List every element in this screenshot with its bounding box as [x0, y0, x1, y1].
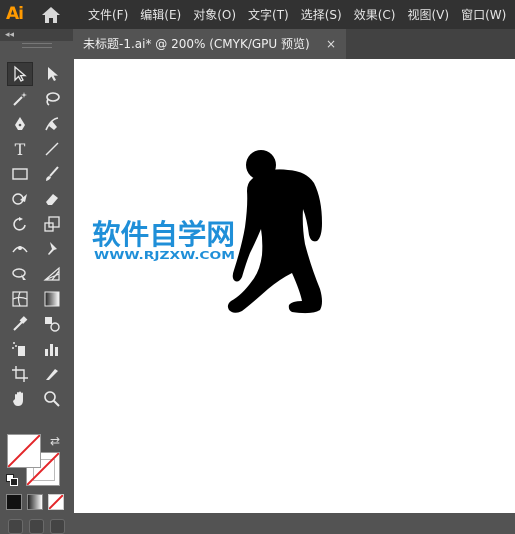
artboard-icon [12, 366, 28, 382]
direct-selection-tool[interactable] [40, 63, 64, 85]
swap-fill-stroke-icon[interactable]: ⇄ [50, 434, 60, 448]
draw-normal-button[interactable] [8, 519, 23, 534]
magnifier-icon [44, 391, 60, 407]
pen-icon [15, 117, 25, 130]
width-tool[interactable] [8, 238, 32, 260]
shaper-icon [12, 193, 27, 205]
none-slash-icon [49, 495, 63, 509]
paintbrush-icon [46, 166, 59, 181]
watermark-logo: 软件自学网 WWW.RJZXW.COM [92, 218, 235, 262]
document-tab[interactable]: 未标题-1.ai* @ 200% (CMYK/GPU 预览) × [73, 29, 346, 59]
color-button[interactable] [6, 494, 22, 510]
pen-tool[interactable] [8, 113, 32, 135]
tools-panel: ◂◂ T ⇄ [0, 29, 73, 534]
draw-mode-row [8, 519, 65, 534]
menu-file[interactable]: 文件(F) [82, 6, 134, 23]
zoom-tool[interactable] [40, 388, 64, 410]
slice-tool[interactable] [40, 363, 64, 385]
artboard-canvas[interactable]: 软件自学网 WWW.RJZXW.COM [74, 59, 515, 513]
perspective-grid-tool[interactable] [40, 263, 64, 285]
shape-builder-tool[interactable] [8, 263, 32, 285]
draw-inside-button[interactable] [50, 519, 65, 534]
watermark-title: 软件自学网 [92, 218, 235, 251]
menu-select[interactable]: 选择(S) [295, 6, 348, 23]
spray-can-icon [12, 342, 25, 356]
artboard-tool[interactable] [8, 363, 32, 385]
perspective-grid-icon [43, 266, 60, 281]
bar-graph-icon [45, 344, 58, 356]
eyedropper-icon [13, 316, 28, 331]
blend-icon [45, 317, 60, 332]
line-segment-tool[interactable] [40, 138, 64, 160]
paintbrush-tool[interactable] [40, 163, 64, 185]
draw-behind-button[interactable] [29, 519, 44, 534]
home-button[interactable] [40, 5, 62, 25]
toolbar-grip[interactable] [22, 43, 52, 48]
menu-effect[interactable]: 效果(C) [348, 6, 402, 23]
eraser-icon [46, 194, 58, 205]
type-tool[interactable]: T [8, 138, 32, 160]
width-icon [12, 246, 28, 253]
menu-edit[interactable]: 编辑(E) [134, 6, 187, 23]
magic-wand-icon [13, 92, 27, 106]
gradient-button[interactable] [27, 494, 43, 510]
lasso-tool[interactable] [40, 88, 64, 110]
collapse-panel-icon[interactable]: ◂◂ [5, 29, 14, 41]
close-icon[interactable]: × [326, 29, 336, 59]
curvature-tool[interactable] [40, 113, 64, 135]
menu-window[interactable]: 窗口(W) [455, 6, 512, 23]
menu-type[interactable]: 文字(T) [242, 6, 295, 23]
menu-object[interactable]: 对象(O) [187, 6, 242, 23]
mesh-tool[interactable] [8, 288, 32, 310]
shaper-tool[interactable] [8, 188, 32, 210]
symbol-sprayer-tool[interactable] [8, 338, 32, 360]
eraser-tool[interactable] [40, 188, 64, 210]
knife-icon [46, 369, 58, 380]
home-icon [42, 7, 60, 23]
none-button[interactable] [48, 494, 64, 510]
rotate-tool[interactable] [8, 213, 32, 235]
shape-builder-icon [12, 268, 26, 280]
scale-tool[interactable] [40, 213, 64, 235]
none-slash-icon [8, 435, 40, 467]
rotate-icon [13, 217, 26, 231]
rectangle-icon [12, 168, 28, 180]
scale-icon [44, 216, 60, 232]
rectangle-tool[interactable] [8, 163, 32, 185]
column-graph-tool[interactable] [40, 338, 64, 360]
document-tab-label: 未标题-1.ai* @ 200% (CMYK/GPU 预览) [83, 37, 310, 51]
line-segment-icon [45, 142, 59, 156]
selection-tool[interactable] [7, 62, 33, 86]
toolbar-header: ◂◂ [0, 29, 73, 41]
menu-view[interactable]: 视图(V) [401, 6, 455, 23]
gradient-icon [44, 291, 60, 307]
hand-tool[interactable] [8, 388, 32, 410]
direct-arrow-icon [48, 67, 58, 81]
main-menu: 文件(F) 编辑(E) 对象(O) 文字(T) 选择(S) 效果(C) 视图(V… [82, 0, 512, 29]
watermark-url: WWW.RJZXW.COM [94, 249, 235, 262]
eyedropper-tool[interactable] [8, 313, 32, 335]
fill-swatch[interactable] [7, 434, 41, 468]
menu-bar: Ai 文件(F) 编辑(E) 对象(O) 文字(T) 选择(S) 效果(C) 视… [0, 0, 515, 29]
type-icon: T [14, 139, 26, 159]
app-logo: Ai [6, 4, 24, 24]
walking-figure-artwork[interactable] [74, 59, 515, 513]
gradient-tool[interactable] [40, 288, 64, 310]
default-fill-stroke-icon[interactable] [6, 474, 18, 486]
color-mode-row [6, 494, 64, 510]
mesh-icon [12, 291, 28, 307]
blend-tool[interactable] [40, 313, 64, 335]
hand-icon [13, 391, 23, 406]
lasso-icon [46, 92, 60, 106]
puppet-warp-tool[interactable] [40, 238, 64, 260]
document-tab-bar: 未标题-1.ai* @ 200% (CMYK/GPU 预览) × [73, 29, 515, 59]
arrow-pointer-icon [14, 65, 27, 82]
curvature-pen-icon [45, 117, 59, 131]
pin-icon [48, 242, 57, 255]
magic-wand-tool[interactable] [8, 88, 32, 110]
